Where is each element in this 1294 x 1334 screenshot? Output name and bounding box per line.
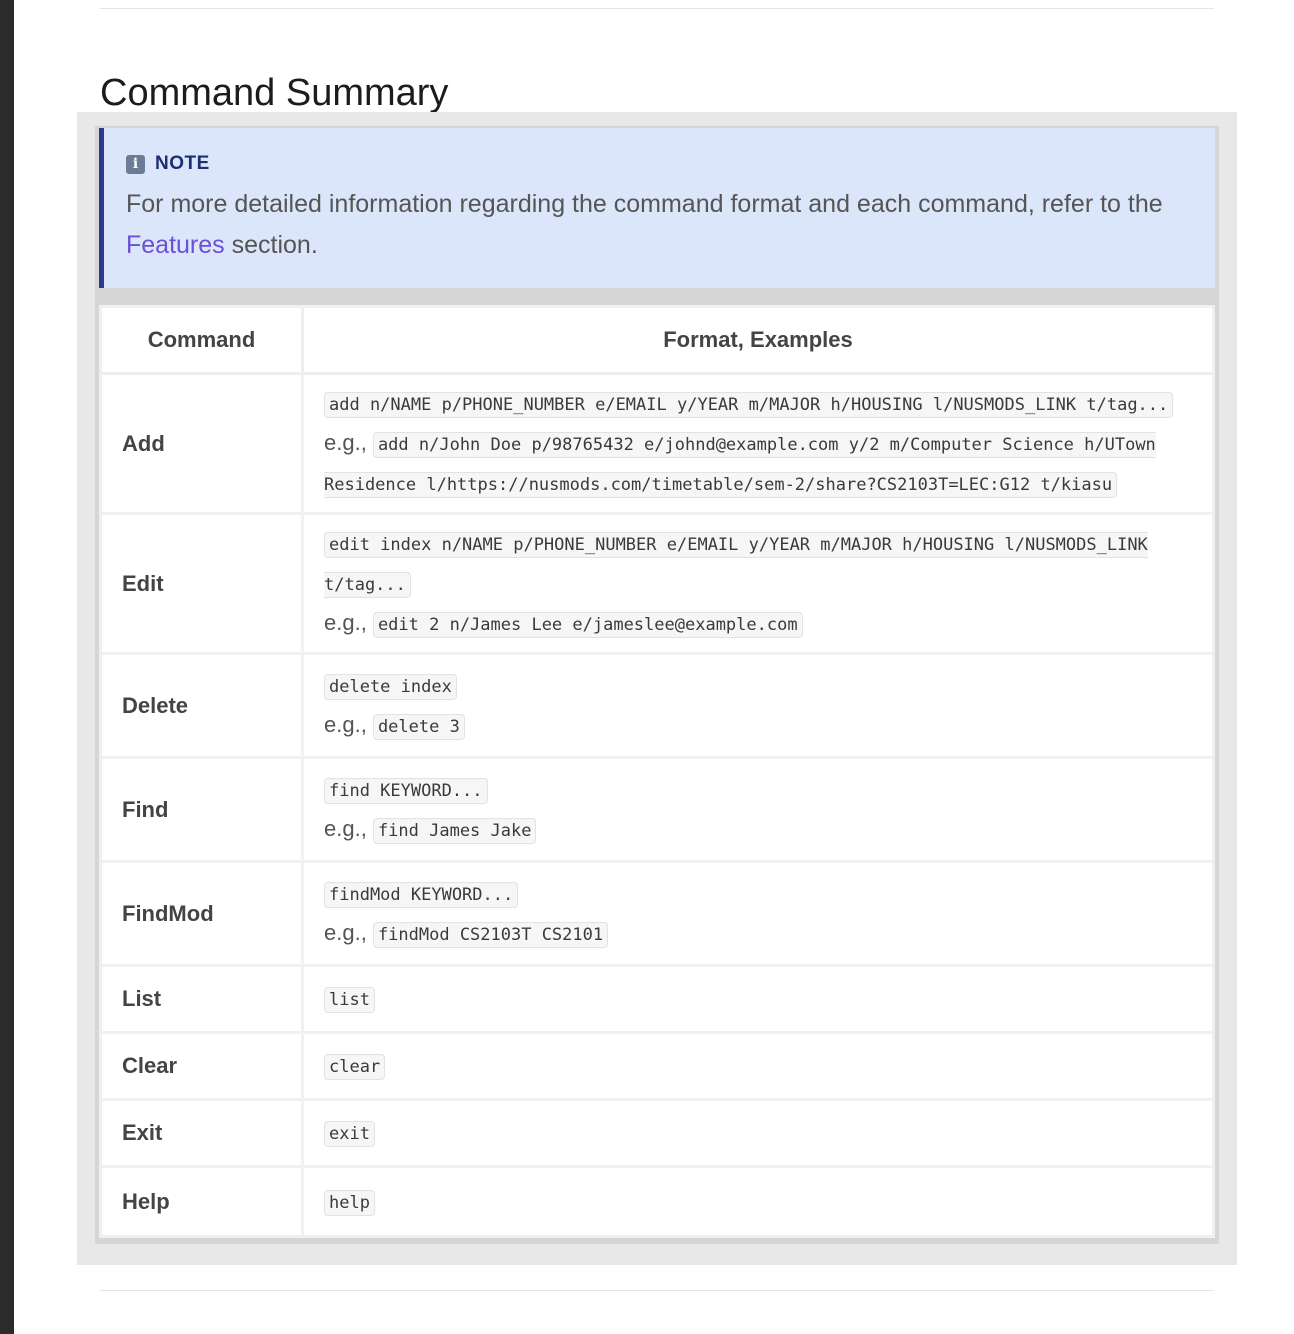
format-code: find KEYWORD... [324, 777, 488, 804]
command-name: Clear [102, 1032, 304, 1101]
command-format-cell: delete index e.g., delete 3 [302, 653, 1212, 759]
example-prefix: e.g., [324, 711, 367, 737]
format-code: clear [324, 1054, 386, 1080]
example-code: findMod CS2103T CS2101 [372, 921, 609, 948]
table-row: Help help [102, 1166, 1213, 1236]
format-code: delete index [324, 673, 457, 700]
format-code: exit [324, 1121, 375, 1147]
example-prefix: e.g., [324, 919, 367, 945]
format-code: add n/NAME p/PHONE_NUMBER e/EMAIL y/YEAR… [324, 391, 1174, 418]
command-format-cell: list [302, 965, 1212, 1034]
table-row: Find find KEYWORD... e.g., find James Jake [102, 757, 1212, 863]
table-row: Edit edit index n/NAME p/PHONE_NUMBER e/E… [102, 513, 1212, 655]
note-text-after: section. [224, 231, 318, 259]
command-name: List [102, 965, 304, 1034]
table-header-row: Command Format, Examples [102, 308, 1212, 375]
format-code: help [324, 1190, 375, 1217]
example-code: find James Jake [372, 817, 537, 844]
command-table: Command Format, Examples Add add n/NAME p… [99, 305, 1215, 1238]
command-name: Edit [102, 513, 304, 655]
note-text-before: For more detailed information regarding … [126, 190, 1163, 218]
example-code: delete 3 [372, 713, 465, 740]
command-format-cell: edit index n/NAME p/PHONE_NUMBER e/EMAIL… [302, 513, 1212, 655]
command-name: Delete [102, 653, 304, 759]
format-code: findMod KEYWORD... [324, 881, 519, 908]
table-row: Delete delete index e.g., delete 3 [102, 653, 1212, 759]
command-name: Help [102, 1166, 304, 1235]
command-name: Find [102, 757, 304, 863]
note-text: For more detailed information regarding … [126, 184, 1193, 266]
note-header: i NOTE [126, 150, 1193, 178]
table-row: Exit exit [102, 1099, 1212, 1168]
format-code: list [324, 987, 375, 1013]
example-prefix: e.g., [324, 429, 367, 455]
command-format-cell: find KEYWORD... e.g., find James Jake [302, 757, 1212, 863]
command-name: Exit [102, 1099, 304, 1168]
example-prefix: e.g., [324, 609, 367, 635]
command-format-cell: help [303, 1167, 1213, 1236]
table-row: List list [102, 965, 1212, 1034]
note-label: NOTE [155, 153, 210, 174]
command-format-cell: findMod KEYWORD... e.g., findMod CS2103T … [302, 861, 1212, 967]
header-format: Format, Examples [302, 308, 1212, 375]
header-command: Command [102, 308, 304, 375]
command-name: FindMod [102, 861, 304, 967]
divider-bottom [100, 1290, 1214, 1291]
example-prefix: e.g., [324, 815, 367, 841]
command-format-cell: clear [302, 1032, 1212, 1101]
note-box: i NOTE For more detailed information reg… [99, 128, 1215, 288]
command-format-cell: exit [302, 1099, 1212, 1168]
format-code: edit index n/NAME p/PHONE_NUMBER e/EMAIL… [324, 531, 1148, 598]
table-row: Add add n/NAME p/PHONE_NUMBER e/EMAIL y/Y… [102, 373, 1212, 515]
features-link[interactable]: Features [126, 231, 225, 259]
table-row: Clear clear [102, 1032, 1212, 1101]
example-code: add n/John Doe p/98765432 e/johnd@exampl… [324, 431, 1156, 498]
example-code: edit 2 n/James Lee e/jameslee@example.co… [372, 611, 803, 638]
info-icon: i [126, 154, 145, 174]
command-name: Add [102, 373, 304, 515]
command-format-cell: add n/NAME p/PHONE_NUMBER e/EMAIL y/YEAR… [302, 373, 1212, 515]
divider-top [100, 8, 1214, 9]
table-row: FindMod findMod KEYWORD... e.g., findMod C… [102, 861, 1212, 967]
window-edge [0, 0, 14, 1334]
